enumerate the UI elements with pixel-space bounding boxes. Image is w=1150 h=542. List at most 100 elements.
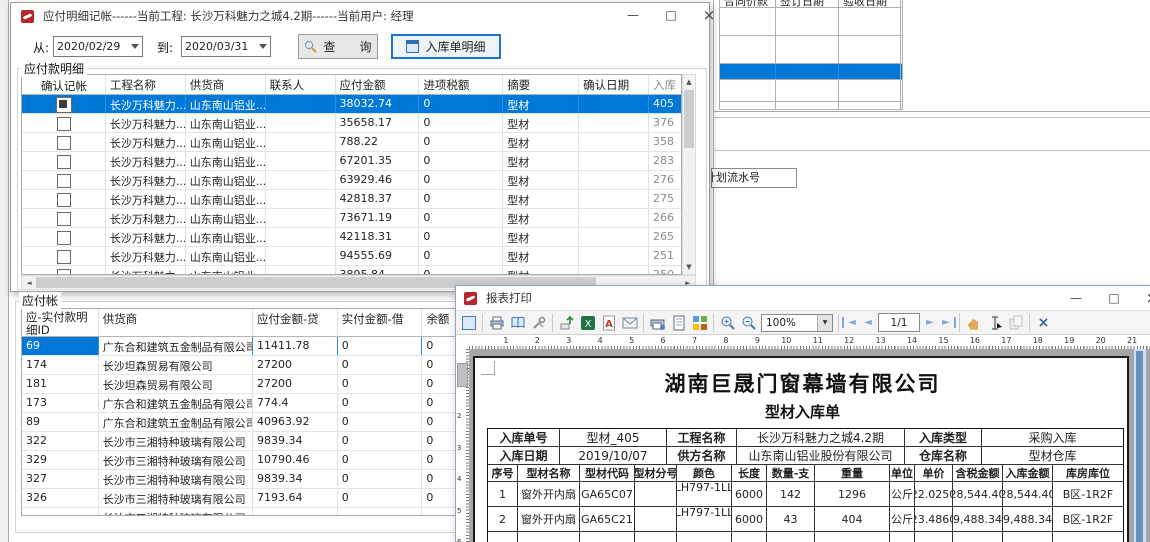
payable-detail-row[interactable]: 长沙万科魅力... 山东南山铝业... 94555.69 0 型材 251 [22,247,681,266]
contract-table-row[interactable] [720,8,902,36]
payable-detail-row[interactable]: 长沙万科魅力... 山东南山铝业... 73671.19 0 型材 266 [22,209,681,228]
preview-vertical-scrollbar[interactable] [1133,349,1146,542]
cell-project[interactable]: 长沙万科魅力... [106,209,186,227]
cell-project[interactable]: 长沙万科魅力... [106,152,186,170]
cell-inbound-no[interactable]: 358 [649,133,681,151]
cell-inbound-no[interactable]: 250 [649,266,681,275]
confirm-cell[interactable] [22,152,106,170]
cell-debit[interactable] [338,508,423,516]
cell-supplier[interactable]: 广东合和建筑五金制品有限公司 [99,394,253,412]
col-inbound-no[interactable]: 入库 [649,75,681,94]
cell-project[interactable]: 长沙万科魅力... [106,228,186,246]
dropdown-arrow-icon[interactable] [131,44,139,49]
cell-input-tax[interactable]: 0 [419,266,503,275]
zoom-out-icon[interactable] [738,312,759,333]
cell-confirm-date[interactable] [579,152,649,170]
cell-amount[interactable]: 38032.74 [336,95,420,113]
next-page-icon[interactable]: ► [922,317,938,328]
contract-cell[interactable] [776,36,839,63]
pdf-export-icon[interactable]: A [598,312,619,333]
dropdown-arrow-icon[interactable] [259,44,267,49]
cell-confirm-date[interactable] [579,171,649,189]
cell-confirm-date[interactable] [579,95,649,113]
cell-contact[interactable] [266,95,336,113]
payable-account-row[interactable]: 89 广东合和建筑五金制品有限公司 40963.92 0 0 [22,413,507,432]
cell-supplier[interactable]: 山东南山铝业... [186,247,266,265]
vruler-thumb[interactable] [457,363,468,387]
cell-debit[interactable]: 0 [338,337,423,355]
cell-supplier[interactable]: 山东南山铝业... [186,190,266,208]
cell-memo[interactable]: 型材 [503,152,579,170]
cell-contact[interactable] [266,209,336,227]
cell-detail-id[interactable] [22,508,99,516]
payable-detail-row[interactable]: 长沙万科魅力... 山东南山铝业... 63929.46 0 型材 276 [22,171,681,190]
cell-debit[interactable]: 0 [338,394,423,412]
page-setup-icon[interactable] [668,312,689,333]
cell-supplier[interactable]: 山东南山铝业... [186,209,266,227]
cell-supplier[interactable]: 山东南山铝业... [186,133,266,151]
cell-project[interactable]: 长沙万科魅力... [106,190,186,208]
cell-credit[interactable]: 774.4 [253,394,338,412]
cell-supplier[interactable]: 广东合和建筑五金制品有限公司 [99,337,253,355]
cell-input-tax[interactable]: 0 [419,247,503,265]
contract-table-row[interactable] [720,80,902,102]
confirm-cell[interactable] [22,114,106,132]
payable-detail-row[interactable]: 长沙万科魅力... 山东南山铝业... 42818.37 0 型材 275 [22,190,681,209]
cell-credit[interactable]: 27200 [253,356,338,374]
print-icon[interactable] [486,312,507,333]
scrollbar-thumb[interactable] [684,90,694,148]
cell-debit[interactable]: 0 [338,375,423,393]
confirm-checkbox[interactable] [57,174,71,188]
col-confirm-date[interactable]: 确认日期 [579,75,649,94]
preview-panel-icon[interactable] [458,312,479,333]
cell-contact[interactable] [266,133,336,151]
col-credit[interactable]: 应付金额-贷 [253,309,338,336]
cell-confirm-date[interactable] [579,133,649,151]
confirm-cell[interactable] [22,228,106,246]
cell-contact[interactable] [266,266,336,275]
payable-detail-row[interactable]: 长沙万科魅力... 山东南山铝业... 67201.35 0 型材 283 [22,152,681,171]
confirm-checkbox[interactable] [57,250,71,264]
cell-memo[interactable]: 型材 [503,190,579,208]
cell-contact[interactable] [266,228,336,246]
cell-project[interactable]: 长沙万科魅力... [106,95,186,113]
print-setup-icon[interactable] [647,312,668,333]
scroll-up-icon[interactable]: ▲ [683,75,695,89]
confirm-cell[interactable] [22,247,106,265]
minimize-button[interactable]: — [1062,286,1090,310]
cell-supplier[interactable]: 山东南山铝业... [186,114,266,132]
cell-supplier[interactable]: 山东南山铝业... [186,228,266,246]
contract-cell[interactable] [839,64,901,79]
cell-project[interactable]: 长沙万科魅力... [106,266,186,275]
cell-debit[interactable]: 0 [338,356,423,374]
cell-inbound-no[interactable]: 265 [649,228,681,246]
to-date-picker[interactable]: 2020/03/31 [181,36,271,57]
cell-project[interactable]: 长沙万科魅力... [106,247,186,265]
col-input-tax[interactable]: 进项税额 [419,75,503,94]
excel-export-icon[interactable]: X [577,312,598,333]
cell-credit[interactable]: 10790.46 [253,451,338,469]
payable-account-row[interactable]: 长沙市三湘特种玻璃有限公司 [22,508,507,516]
cell-inbound-no[interactable]: 376 [649,114,681,132]
cell-debit[interactable]: 0 [338,470,423,488]
contract-cell[interactable] [720,80,776,101]
scroll-left-icon[interactable]: ◄ [22,279,36,287]
confirm-cell[interactable] [22,266,106,275]
cell-inbound-no[interactable]: 283 [649,152,681,170]
cell-supplier[interactable]: 广东合和建筑五金制品有限公司 [99,413,253,431]
cell-detail-id[interactable]: 181 [22,375,99,393]
inbound-detail-button[interactable]: 入库单明细 [391,34,501,59]
cell-memo[interactable]: 型材 [503,114,579,132]
confirm-cell[interactable] [22,171,106,189]
contract-col-accept-date[interactable]: 验收日期 [839,0,901,7]
cell-credit[interactable]: 11411.78 [253,337,338,355]
payable-account-row[interactable]: 326 长沙市三湘特种玻璃有限公司 7193.64 0 0 [22,489,507,508]
payable-account-row[interactable]: 69 广东合和建筑五金制品有限公司 11411.78 0 0 [22,337,507,356]
cell-confirm-date[interactable] [579,247,649,265]
cell-detail-id[interactable]: 173 [22,394,99,412]
cell-supplier[interactable]: 长沙市三湘特种玻璃有限公司 [99,451,253,469]
col-supplier[interactable]: 供货商 [186,75,266,94]
cell-memo[interactable]: 型材 [503,95,579,113]
confirm-checkbox[interactable] [57,212,71,226]
cell-contact[interactable] [266,114,336,132]
